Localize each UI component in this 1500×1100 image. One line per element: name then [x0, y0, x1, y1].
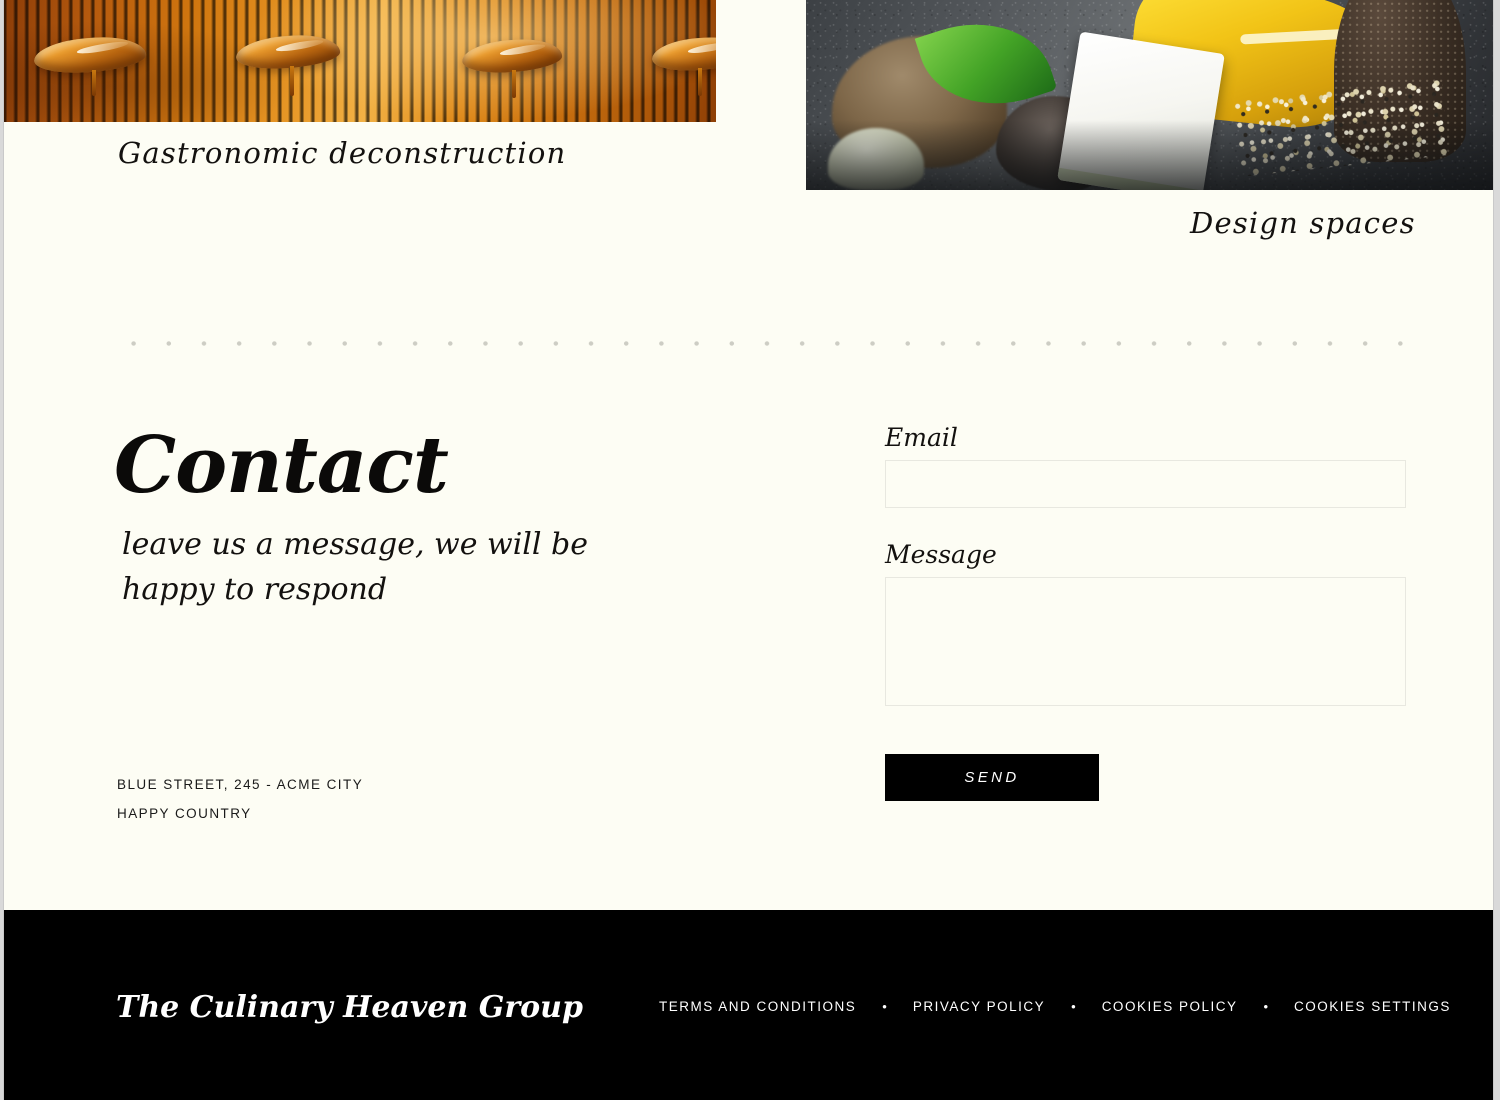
footer-separator-2: •	[1071, 999, 1076, 1014]
contact-form: Email Message SEND	[885, 424, 1406, 801]
address-block: Blue Street, 245 - Acme City Happy Count…	[117, 770, 363, 828]
footer-separator-3: •	[1263, 999, 1269, 1014]
footer-link-cookies-policy[interactable]: Cookies Policy	[1102, 999, 1238, 1014]
footer-link-cookies-settings[interactable]: Cookies Settings	[1294, 999, 1451, 1014]
page-title: Contact	[114, 420, 449, 511]
address-line-2: Happy Country	[117, 806, 252, 821]
message-label: Message	[885, 540, 997, 569]
footer-links: Terms and Conditions • Privacy Policy • …	[659, 999, 1451, 1014]
hero-right-image	[806, 0, 1493, 190]
caramel-drip-3	[512, 70, 516, 98]
email-input[interactable]	[885, 460, 1406, 508]
footer-logo: The Culinary Heaven Group	[116, 990, 583, 1025]
footer-link-privacy[interactable]: Privacy Policy	[913, 999, 1045, 1014]
dotted-divider	[116, 341, 1414, 346]
address-line-1: Blue Street, 245 - Acme City	[117, 777, 364, 792]
footer-link-terms[interactable]: Terms and Conditions	[659, 999, 856, 1014]
caramel-drip-1	[92, 70, 96, 96]
caramel-drip-4	[698, 68, 702, 96]
email-field-group: Email	[885, 424, 1406, 508]
plate-shadow	[806, 120, 1493, 190]
contact-subtitle: leave us a message, we will be happy to …	[122, 527, 588, 607]
send-button[interactable]: SEND	[885, 754, 1099, 801]
footer: The Culinary Heaven Group Terms and Cond…	[4, 910, 1493, 1100]
hero-left-caption: Gastronomic deconstruction	[118, 136, 567, 170]
message-field-group: Message	[885, 541, 1406, 706]
footer-separator-1: •	[882, 999, 887, 1014]
caramel-drip-2	[290, 66, 294, 96]
hero-right-caption: Design spaces	[1190, 206, 1416, 240]
hero-left-image	[4, 0, 716, 122]
page-root: Gastronomic deconstruction Design spaces…	[3, 0, 1494, 1100]
message-input[interactable]	[885, 577, 1406, 706]
email-label: Email	[885, 423, 958, 452]
